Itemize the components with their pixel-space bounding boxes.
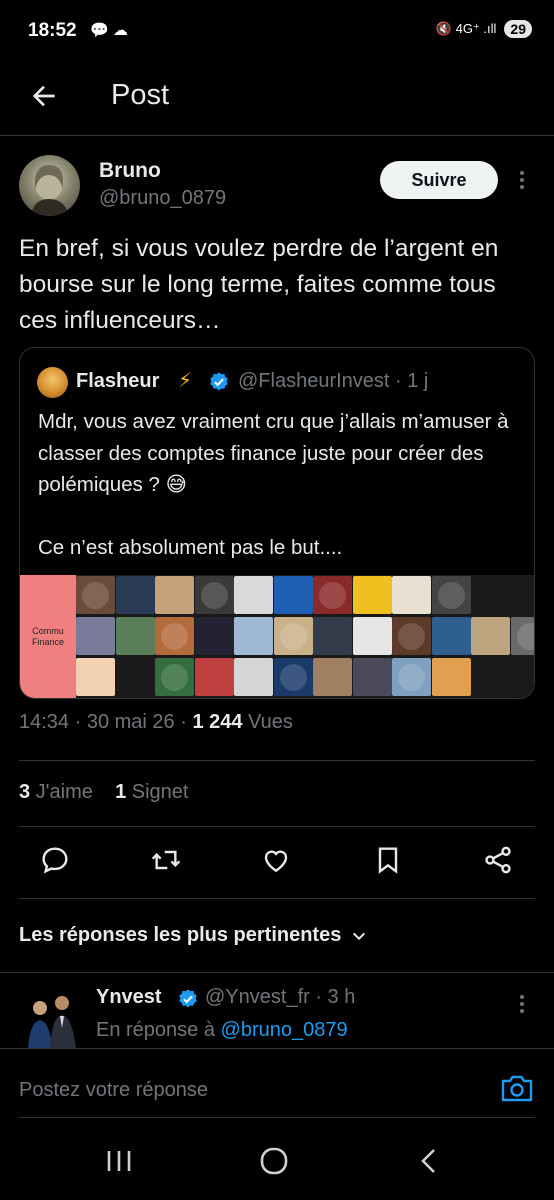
avatar-tile: [352, 576, 392, 614]
status-bar: 18:52 💬 ☁ 🔇 4G⁺ .ıll 29: [0, 0, 554, 62]
notification-icons: 💬 ☁: [90, 22, 128, 39]
avatar-tile: [313, 617, 352, 655]
quoted-post[interactable]: Flasheur ⚡ @FlasheurInvest · 1 j Mdr, vo…: [19, 347, 535, 699]
avatar-tile: [234, 576, 273, 614]
avatar-tile: [115, 576, 155, 614]
reply-input[interactable]: [19, 1077, 459, 1103]
avatar-tile: [234, 658, 273, 696]
avatar-tile: [431, 617, 471, 655]
author-handle[interactable]: @bruno_0879: [99, 187, 226, 210]
avatar-tile: [115, 658, 155, 696]
status-time: 18:52: [28, 20, 77, 41]
avatar-tile: [234, 617, 273, 655]
likes-count[interactable]: 3: [19, 781, 30, 803]
verified-badge-icon: [210, 372, 228, 391]
reply-author-name[interactable]: Ynvest: [96, 986, 162, 1009]
reply-author-handle[interactable]: @Ynvest_fr · 3 h: [205, 986, 355, 1009]
views-count: 1 244: [192, 711, 243, 733]
quote-author-handle: @FlasheurInvest · 1 j: [238, 370, 429, 392]
avatar-tile: [194, 658, 234, 696]
more-options-icon[interactable]: [514, 992, 530, 1016]
avatar-tile: [76, 617, 115, 655]
camera-icon[interactable]: [500, 1073, 534, 1103]
follow-button[interactable]: Suivre: [380, 161, 498, 199]
signal-icons: 🔇 4G⁺ .ıll: [435, 21, 497, 36]
recent-apps-icon[interactable]: [99, 1146, 139, 1176]
reply-avatar[interactable]: [24, 988, 80, 1048]
like-icon[interactable]: [260, 844, 292, 876]
avatar-tile: [431, 658, 471, 696]
page-title: Post: [111, 79, 170, 111]
quote-text: Mdr, vous avez vraiment cru que j’allais…: [38, 410, 509, 559]
avatar-tile: [313, 658, 352, 696]
lightning-icon: ⚡: [178, 370, 193, 392]
bookmarks-label[interactable]: Signet: [126, 781, 189, 803]
reply-to-prefix: En réponse à: [96, 1019, 221, 1041]
divider: [19, 898, 535, 899]
avatar-tile: [273, 617, 313, 655]
battery-icon: 29: [504, 20, 532, 38]
author-name[interactable]: Bruno: [99, 159, 161, 183]
back-arrow-icon[interactable]: [28, 80, 60, 112]
chevron-down-icon: [353, 932, 366, 940]
reply-icon[interactable]: [39, 844, 71, 876]
bookmarks-count[interactable]: 1: [115, 781, 126, 803]
divider: [0, 972, 554, 973]
verified-badge-icon: [179, 989, 197, 1008]
avatar-tile: [273, 576, 313, 614]
avatar-tile: [76, 658, 115, 696]
quote-image[interactable]: Commu Finance: [20, 575, 534, 698]
post-timestamp: 14:34 · 30 mai 26 ·: [19, 711, 193, 733]
avatar-tile: [273, 658, 313, 696]
bookmark-icon[interactable]: [372, 844, 404, 876]
repost-icon[interactable]: [150, 844, 182, 876]
avatar-tile: [155, 658, 194, 696]
post-text: En bref, si vous voulez perdre de l’arge…: [19, 235, 499, 334]
home-icon[interactable]: [254, 1146, 294, 1176]
quote-avatar: [37, 367, 68, 398]
system-nav-bar: [0, 1120, 554, 1200]
avatar-tile: [392, 658, 431, 696]
replies-sort-dropdown[interactable]: Les réponses les plus pertinentes: [19, 924, 367, 947]
avatar-tile: [194, 576, 234, 614]
avatar-tile: [510, 617, 534, 655]
action-bar: [0, 844, 554, 884]
divider: [19, 760, 535, 761]
avatar-tile: [392, 576, 431, 614]
avatar-tile: [155, 576, 194, 614]
compose-divider: [19, 1117, 535, 1118]
image-label: Commu Finance: [20, 575, 76, 698]
back-nav-icon[interactable]: [410, 1146, 450, 1176]
avatar-tile: [115, 617, 155, 655]
share-icon[interactable]: [482, 844, 514, 876]
views-label: Vues: [242, 711, 293, 733]
avatar-tile: [352, 658, 392, 696]
avatar-tile: [471, 617, 510, 655]
compose-bar: [0, 1048, 554, 1120]
avatar-tile: [352, 617, 392, 655]
post-meta: 14:34 · 30 mai 26 · 1 244 Vues: [19, 711, 293, 734]
likes-label[interactable]: J'aime: [30, 781, 93, 803]
quote-author-name: Flasheur: [76, 370, 160, 392]
avatar-tile: [392, 617, 431, 655]
author-avatar[interactable]: [19, 155, 80, 216]
replies-sort-label: Les réponses les plus pertinentes: [19, 924, 342, 946]
avatar-tile: [155, 617, 194, 655]
reply-to: En réponse à @bruno_0879: [96, 1019, 348, 1042]
more-options-icon[interactable]: [514, 168, 530, 192]
avatar-tile: [194, 617, 234, 655]
header: Post: [0, 62, 554, 136]
avatar-image: [31, 165, 69, 216]
avatar-tile: [313, 576, 352, 614]
avatar-tile: [431, 576, 471, 614]
divider: [19, 826, 535, 827]
status-right: 🔇 4G⁺ .ıll 29: [436, 20, 532, 38]
avatar-tile: [76, 576, 115, 614]
reply-to-handle-link[interactable]: @bruno_0879: [221, 1019, 348, 1041]
post-stats: 3 J'aime 1 Signet: [19, 781, 188, 804]
